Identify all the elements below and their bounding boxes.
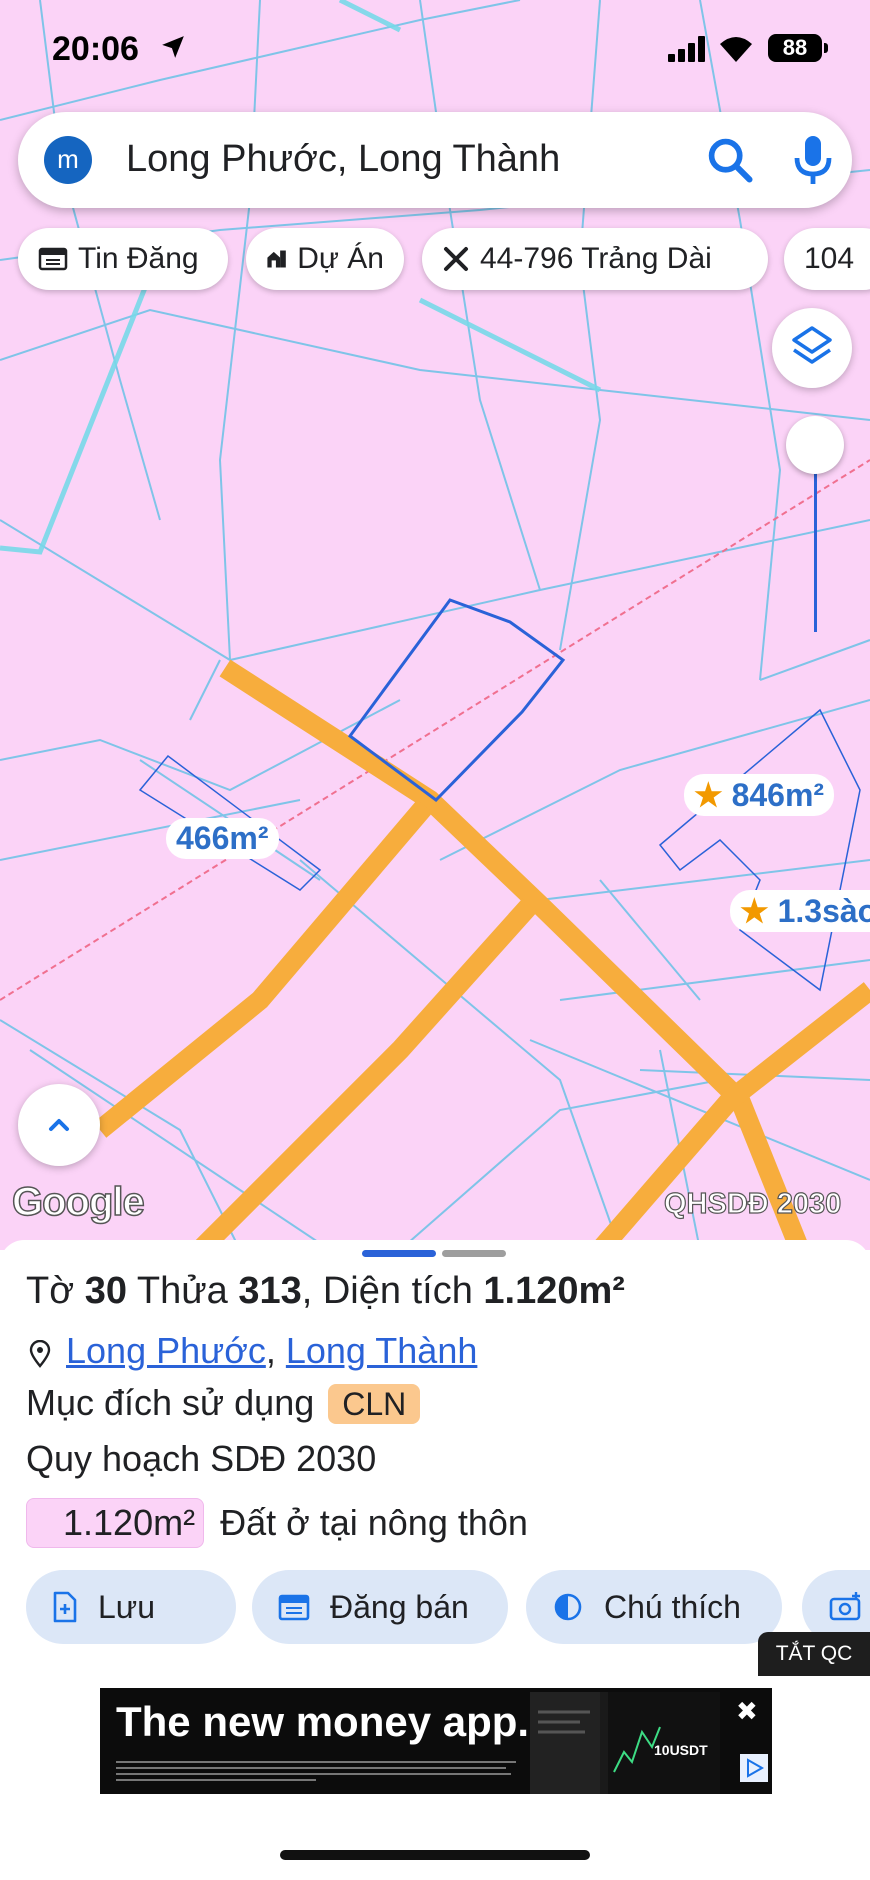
parcel-number: 313	[238, 1270, 302, 1312]
search-icon[interactable]	[704, 134, 756, 186]
chip-label: 44-796 Trảng Dài	[480, 242, 712, 275]
post-sale-label: Đăng bán	[330, 1588, 469, 1625]
ad-headline: The new money app.	[116, 1698, 530, 1745]
expand-up-button[interactable]	[18, 1084, 100, 1166]
purpose-label: Mục đích sử dụng	[26, 1382, 315, 1423]
search-bar[interactable]: m Long Phước, Long Thành	[18, 112, 852, 208]
listing-icon	[38, 247, 68, 271]
battery-indicator: 88	[768, 34, 822, 62]
ad-phone-image: 10USDT	[530, 1692, 720, 1794]
post-sale-button[interactable]: Đăng bán	[252, 1570, 508, 1644]
overlay-name: QHSDĐ 2030	[663, 1187, 842, 1220]
purpose-code-badge: CLN	[328, 1384, 421, 1424]
location-links: Long Phước, Long Thành	[66, 1330, 477, 1372]
sheet-label: Tờ	[26, 1270, 75, 1312]
ad-close-icon[interactable]: ✖	[736, 1696, 758, 1727]
chip-label: 104	[804, 242, 855, 275]
add-photo-icon	[829, 1592, 861, 1621]
parcel-info-sheet: Tờ 30 Thửa 313, Diện tích 1.120m² Long P…	[0, 1240, 870, 1880]
plan-land-type: Đất ở tại nông thôn	[220, 1502, 528, 1543]
land-use-purpose: Mục đích sử dụng CLN	[26, 1382, 421, 1424]
search-query[interactable]: Long Phước, Long Thành	[126, 138, 560, 181]
hide-ads-button[interactable]: TẮT QC	[758, 1632, 870, 1676]
plan-label: Quy hoạch SDĐ 2030	[26, 1438, 377, 1479]
ad-choices-icon[interactable]	[740, 1754, 768, 1782]
home-indicator[interactable]	[280, 1850, 590, 1860]
district-link[interactable]: Long Thành	[286, 1330, 478, 1371]
layers-button[interactable]	[772, 308, 852, 388]
listing-area-label[interactable]: ★ 846m²	[684, 774, 835, 816]
save-label: Lưu	[98, 1588, 156, 1625]
chip-trang-dai[interactable]: 44-796 Trảng Dài	[422, 228, 768, 290]
avatar[interactable]: m	[44, 136, 92, 184]
opacity-slider-knob[interactable]	[786, 416, 844, 474]
status-time: 20:06	[52, 30, 139, 68]
adchoices-icon	[747, 1758, 765, 1778]
location-arrow-icon	[162, 36, 184, 58]
chip-du-an[interactable]: Dự Án	[246, 228, 404, 290]
microphone-icon[interactable]	[788, 132, 838, 188]
battery-tip	[824, 43, 828, 53]
star-icon: ★	[740, 893, 769, 929]
sheet-handle-active[interactable]	[362, 1250, 436, 1257]
area-label: , Diện tích	[301, 1270, 473, 1312]
sheet-number: 30	[84, 1270, 127, 1312]
map-view[interactable]: 20:06 88 m Long Phước, Long Thành Tin Đă…	[0, 0, 870, 1250]
legend-button[interactable]: Chú thích	[526, 1570, 782, 1644]
parcel-title: Tờ 30 Thửa 313, Diện tích 1.120m²	[26, 1270, 625, 1313]
ad-fine-print	[116, 1761, 516, 1781]
listing-area-label[interactable]: ★ 1.3sào	[730, 890, 870, 932]
calendar-icon	[278, 1594, 310, 1621]
contrast-icon	[554, 1593, 582, 1621]
sheet-handle[interactable]	[442, 1250, 506, 1257]
building-icon	[267, 250, 286, 268]
filter-chips: Tin Đăng Dự Án 44-796 Trảng Dài 104	[18, 228, 870, 292]
cellular-signal-icon	[668, 36, 705, 62]
status-bar: 20:06 88	[0, 22, 870, 72]
save-button[interactable]: Lưu	[26, 1570, 236, 1644]
location-separator: ,	[265, 1330, 276, 1371]
opacity-slider-track[interactable]	[814, 470, 817, 632]
star-icon: ★	[694, 777, 723, 813]
plan-area-row: 1.120m² Đất ở tại nông thôn	[26, 1498, 528, 1548]
ward-link[interactable]: Long Phước	[66, 1330, 266, 1371]
location-pin-icon	[29, 1340, 51, 1368]
chip-104[interactable]: 104	[784, 228, 870, 290]
plan-area-badge: 1.120m²	[26, 1498, 205, 1548]
legend-label: Chú thích	[604, 1588, 741, 1625]
tools-icon	[444, 247, 468, 271]
parcel-area-label[interactable]: 466m²	[166, 818, 279, 859]
action-buttons: Lưu Đăng bán Chú thích	[26, 1570, 870, 1646]
save-file-icon	[53, 1591, 77, 1623]
area-value: 1.120m²	[483, 1270, 625, 1312]
chip-label: Dự Án	[297, 242, 384, 275]
ad-phone-value: 10USDT	[654, 1742, 708, 1758]
listing-area-value: 846m²	[731, 777, 825, 813]
chip-tin-dang[interactable]: Tin Đăng	[18, 228, 228, 290]
layers-icon	[792, 326, 832, 364]
wifi-icon	[720, 37, 752, 62]
chip-label: Tin Đăng	[78, 242, 199, 275]
listing-area-value: 1.3sào	[777, 893, 870, 929]
ad-banner[interactable]: The new money app. 10USDT ✖	[100, 1688, 772, 1794]
parcel-label: Thửa	[136, 1270, 228, 1312]
google-logo: Google	[11, 1179, 145, 1225]
chevron-up-icon	[49, 1119, 69, 1131]
